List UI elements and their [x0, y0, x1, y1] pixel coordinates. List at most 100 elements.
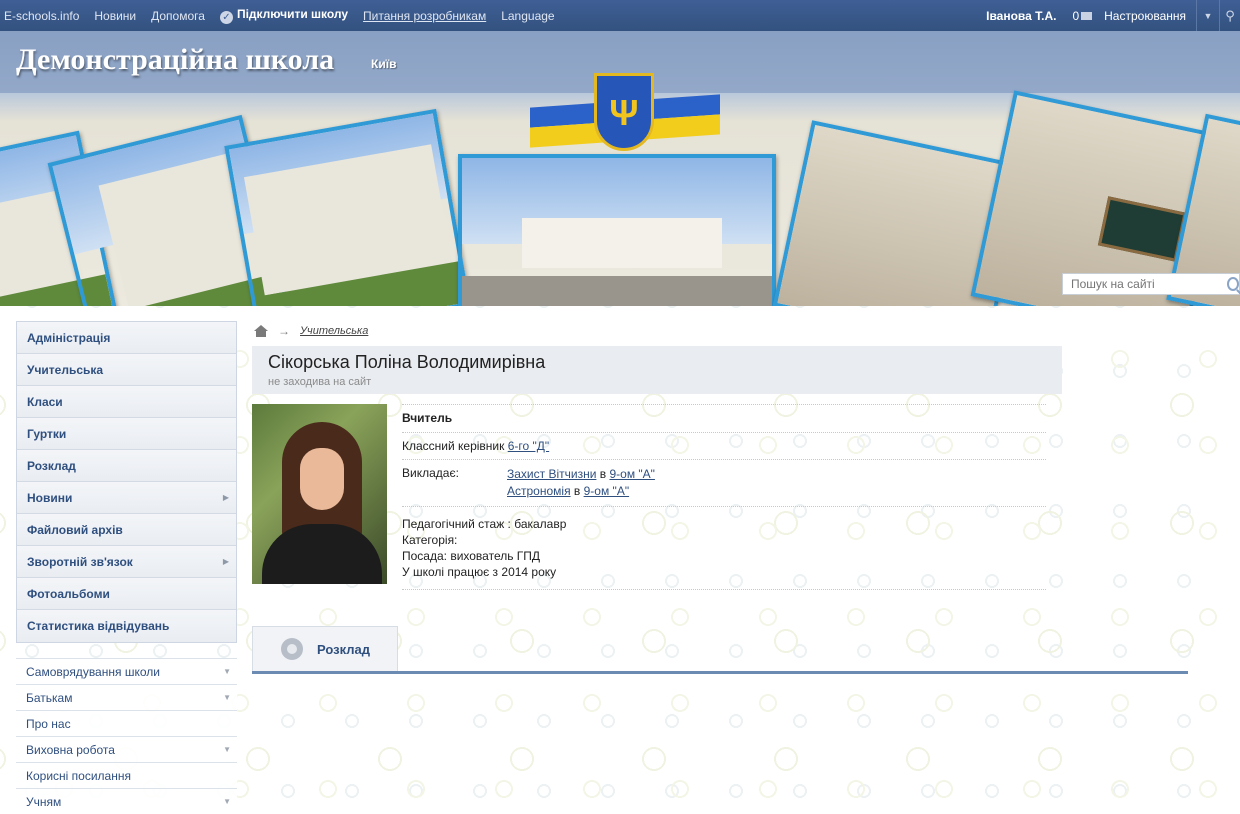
menu-item-label: Класи — [27, 394, 63, 409]
connect-school-link[interactable]: ✓ Підключити школу — [219, 7, 349, 24]
sidebar: Адміністрація Учительська Класи Гуртки Р… — [16, 321, 237, 814]
chevron-down-icon[interactable]: ▼ — [223, 667, 231, 676]
submenu-item-self-government[interactable]: Самоврядування школи ▼ — [16, 658, 237, 684]
bell-icon — [281, 638, 303, 660]
teaches-label: Викладає: — [402, 466, 459, 480]
last-visit-status: не заходива на сайт — [268, 376, 372, 388]
menu-item-administration[interactable]: Адміністрація — [17, 322, 236, 354]
messages-count[interactable]: 0 — [1072, 9, 1079, 23]
submenu-item-label: Про нас — [26, 716, 71, 731]
submenu-item-useful-links[interactable]: Корисні посилання — [16, 762, 237, 788]
arrow-right-icon: → — [278, 324, 290, 338]
tab-label: Розклад — [317, 641, 370, 657]
class-teacher-label: Классний керівник — [402, 439, 505, 453]
menu-item-clubs[interactable]: Гуртки — [17, 418, 236, 450]
tab-schedule[interactable]: Розклад — [252, 626, 398, 671]
menu-item-statistics[interactable]: Статистика відвідувань — [17, 610, 236, 642]
position-text: Посада: вихователь ГПД — [402, 549, 541, 563]
menu-item-teachers-room[interactable]: Учительська — [17, 354, 236, 386]
subject-item: Астрономія в 9-ом "А" — [507, 483, 655, 500]
link-help[interactable]: Допомога — [151, 9, 205, 23]
menu-item-feedback[interactable]: Зворотній зв'язок ▶ — [17, 546, 236, 578]
subject-class-link[interactable]: 9-ом "А" — [609, 467, 654, 481]
chevron-down-icon[interactable]: ▼ — [223, 797, 231, 806]
settings-link[interactable]: Настроювання — [1104, 9, 1186, 23]
menu-item-photo-albums[interactable]: Фотоальбоми — [17, 578, 236, 610]
school-photo-main — [458, 154, 776, 306]
menu-item-label: Гуртки — [27, 426, 67, 441]
run-icon[interactable]: ⚲ — [1220, 0, 1240, 31]
menu-item-label: Зворотній зв'язок — [27, 554, 133, 569]
submenu-item-parents[interactable]: Батькам ▼ — [16, 684, 237, 710]
teacher-name: Сікорська Поліна Володимирівна — [268, 352, 546, 372]
main-content: → Учительська Сікорська Поліна Володимир… — [252, 321, 1188, 674]
chevron-down-icon[interactable]: ▼ — [223, 745, 231, 754]
user-name[interactable]: Іванова Т.А. — [986, 9, 1056, 23]
subject-class-link[interactable]: 9-ом "А" — [584, 484, 629, 498]
menu-item-label: Статистика відвідувань — [27, 619, 170, 633]
submenu-item-label: Виховна робота — [26, 742, 115, 757]
submenu-item-about[interactable]: Про нас — [16, 710, 237, 736]
topbar-right: Іванова Т.А. 0 Настроювання ▼ ⚲ — [986, 0, 1240, 31]
menu-item-label: Файловий архів — [27, 522, 123, 537]
mail-icon[interactable] — [1081, 11, 1093, 20]
top-bar: E-schools.info Новини Допомога ✓ Підключи… — [0, 0, 1240, 31]
site-search — [1062, 273, 1240, 295]
developers-link[interactable]: Питання розробникам — [363, 9, 486, 23]
teacher-photo — [252, 404, 387, 584]
subject-link[interactable]: Астрономія — [507, 484, 571, 498]
arrow-right-icon: ▶ — [222, 493, 229, 502]
link-eschools[interactable]: E-schools.info — [4, 9, 79, 23]
subject-in: в — [573, 484, 581, 498]
main-menu: Адміністрація Учительська Класи Гуртки Р… — [16, 321, 237, 643]
teacher-role: Вчитель — [402, 404, 1046, 433]
class-link[interactable]: 6-го "Д" — [508, 439, 549, 453]
profile-details: Вчитель Классний керівник 6-го "Д" Викла… — [402, 404, 1046, 590]
ukraine-flag: Ψ — [530, 73, 720, 151]
menu-item-label: Адміністрація — [27, 330, 111, 345]
submenu-item-students[interactable]: Учням ▼ — [16, 788, 237, 814]
class-teacher-row: Классний керівник 6-го "Д" — [402, 433, 1046, 460]
link-news[interactable]: Новини — [94, 9, 136, 23]
submenu-item-label: Корисні посилання — [26, 768, 131, 783]
profile-header: Сікорська Поліна Володимирівна не заходи… — [252, 346, 1062, 394]
category-text: Категорія: — [402, 533, 458, 547]
school-city: Київ — [371, 57, 397, 71]
home-icon[interactable] — [254, 325, 268, 337]
menu-item-label: Розклад — [27, 458, 76, 473]
tab-underline — [252, 671, 1188, 674]
breadcrumb-link[interactable]: Учительська — [300, 325, 368, 337]
subject-link[interactable]: Захист Вітчизни — [507, 467, 596, 481]
submenu-item-label: Учням — [26, 794, 62, 809]
secondary-menu: Самоврядування школи ▼ Батькам ▼ Про нас В… — [16, 658, 237, 814]
coat-of-arms-icon: Ψ — [594, 73, 654, 151]
check-icon: ✓ — [219, 11, 233, 24]
menu-item-schedule[interactable]: Розклад — [17, 450, 236, 482]
subjects-list: Захист Вітчизни в 9-ом "А" Астрономія в … — [507, 466, 655, 500]
menu-item-label: Учительська — [27, 362, 104, 377]
menu-item-classes[interactable]: Класи — [17, 386, 236, 418]
submenu-item-education-work[interactable]: Виховна робота ▼ — [16, 736, 237, 762]
chevron-down-icon[interactable]: ▼ — [223, 693, 231, 702]
submenu-item-label: Самоврядування школи — [26, 664, 160, 679]
teaches-row: Викладає: Захист Вітчизни в 9-ом "А" Аст… — [402, 460, 1046, 507]
profile-tabs: Розклад — [252, 626, 1188, 674]
search-icon[interactable] — [1227, 277, 1239, 291]
school-title[interactable]: Демонстраційна школа — [16, 43, 334, 77]
profile-body: Вчитель Классний керівник 6-го "Д" Викла… — [252, 404, 1188, 590]
teacher-info: Педагогічний стаж : бакалавр Категорія: … — [402, 507, 1046, 590]
subject-in: в — [599, 467, 607, 481]
breadcrumb: → Учительська — [252, 321, 1188, 341]
language-link[interactable]: Language — [501, 9, 554, 23]
chevron-down-icon[interactable]: ▼ — [1197, 0, 1219, 31]
search-input[interactable] — [1071, 275, 1221, 293]
menu-item-file-archive[interactable]: Файловий архів — [17, 514, 236, 546]
submenu-item-label: Батькам — [26, 690, 73, 705]
header-banner: Демонстраційна школа Київ Ψ — [0, 31, 1240, 306]
arrow-right-icon: ▶ — [222, 557, 229, 566]
works-since-text: У школі працює з 2014 року — [402, 565, 557, 579]
connect-school-label: Підключити школу — [236, 7, 349, 21]
menu-item-label: Фотоальбоми — [27, 586, 110, 601]
menu-item-news[interactable]: Новини ▶ — [17, 482, 236, 514]
menu-item-label: Новини — [27, 490, 73, 505]
